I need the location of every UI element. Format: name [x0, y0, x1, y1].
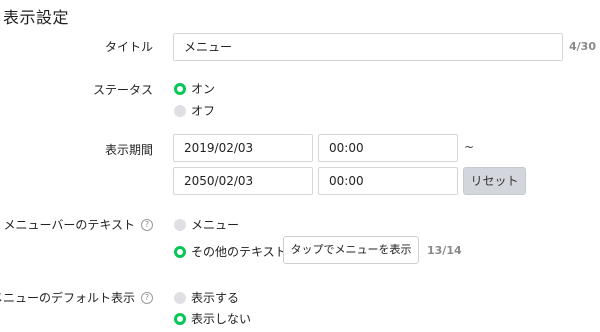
menubar-text-label: メニューバーのテキスト ?: [3, 216, 153, 233]
radio-selected-icon: [174, 245, 186, 258]
radio-unselected-icon: [174, 104, 186, 117]
default-show-radio[interactable]: 表示する: [174, 289, 239, 306]
status-off-radio[interactable]: オフ: [174, 102, 215, 119]
menubar-other-radio[interactable]: その他のテキスト: [174, 243, 287, 260]
menubar-menu-label: メニュー: [191, 218, 240, 232]
period-separator: ~: [464, 140, 475, 154]
radio-selected-icon: [174, 312, 186, 325]
status-on-label: オン: [191, 82, 216, 96]
default-display-label: メニューのデフォルト表示 ?: [0, 289, 153, 306]
start-date-input[interactable]: 2019/02/03: [173, 134, 313, 162]
radio-unselected-icon: [174, 218, 186, 231]
status-off-label: オフ: [191, 104, 216, 118]
period-label-text: 表示期間: [104, 143, 153, 157]
title-label: タイトル: [105, 38, 153, 55]
menubar-other-label: その他のテキスト: [191, 245, 287, 259]
start-time-input[interactable]: 00:00: [318, 134, 458, 162]
menubar-menu-radio[interactable]: メニュー: [174, 216, 239, 233]
section-title: 表示設定: [3, 8, 70, 27]
menubar-custom-text-button[interactable]: タップでメニューを表示: [283, 236, 419, 264]
help-icon[interactable]: ?: [141, 218, 153, 231]
status-label: ステータス: [93, 81, 153, 98]
radio-unselected-icon: [174, 291, 186, 304]
default-display-label-text: メニューのデフォルト表示: [0, 291, 135, 305]
end-date-input[interactable]: 2050/02/03: [173, 167, 313, 195]
title-label-text: タイトル: [104, 40, 153, 54]
menubar-text-label-text: メニューバーのテキスト: [3, 218, 135, 232]
title-counter: 4/30: [569, 40, 596, 53]
status-on-radio[interactable]: オン: [174, 80, 215, 97]
default-show-label: 表示する: [191, 291, 240, 305]
help-icon[interactable]: ?: [141, 291, 153, 304]
default-hide-label: 表示しない: [191, 312, 252, 326]
status-label-text: ステータス: [92, 83, 153, 97]
default-hide-radio[interactable]: 表示しない: [174, 310, 251, 327]
end-time-input[interactable]: 00:00: [318, 167, 458, 195]
menubar-text-counter: 13/14: [427, 244, 462, 257]
title-input[interactable]: メニュー: [173, 33, 563, 61]
reset-button[interactable]: リセット: [463, 167, 526, 195]
radio-selected-icon: [174, 82, 186, 95]
period-label: 表示期間: [105, 141, 153, 158]
